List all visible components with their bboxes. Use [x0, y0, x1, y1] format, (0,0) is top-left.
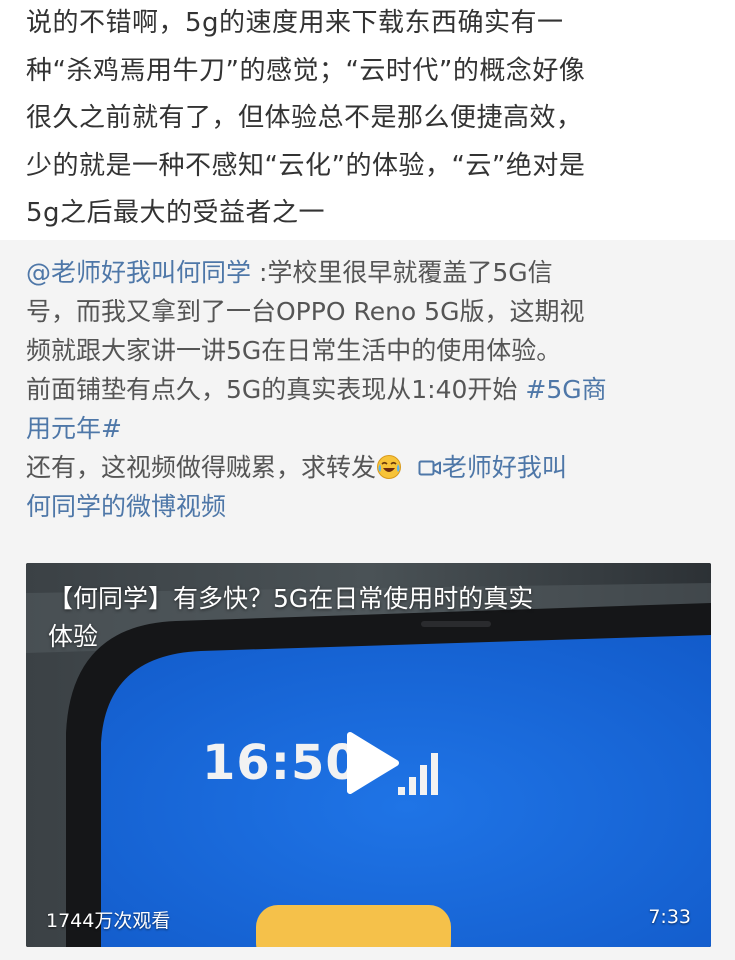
- comment-line: 种“杀鸡焉用牛刀”的感觉；“云时代”的概念好像: [26, 55, 586, 86]
- comment-line: 说的不错啊，5g的速度用来下载东西确实有一: [26, 8, 564, 38]
- view-count: 1744万次观看: [46, 910, 171, 932]
- video-card[interactable]: 【何同学】有多快？5G在日常使用时的真实 体验 16:50 1744万次观看 7…: [26, 563, 711, 947]
- video-title: 【何同学】有多快？5G在日常使用时的真实 体验: [48, 580, 688, 656]
- comment-block: 说的不错啊，5g的速度用来下载东西确实有一 种“杀鸡焉用牛刀”的感觉；“云时代”…: [0, 0, 735, 240]
- play-icon[interactable]: [344, 731, 400, 795]
- hashtag-text-part: 用元年#: [26, 414, 122, 443]
- comment-line: 5g之后最大的受益者之一: [26, 198, 326, 229]
- comment-line: 少的就是一种不感知“云化”的体验，“云”绝对是: [26, 150, 586, 181]
- video-title-line: 【何同学】有多快？5G在日常使用时的真实: [48, 584, 534, 613]
- repost-text-segment: 频就跟大家讲一讲5G在日常生活中的使用体验。: [26, 336, 562, 365]
- phone-status-clock: 16:50: [202, 735, 360, 791]
- video-link-text: 老师好我叫: [441, 453, 567, 482]
- repost-text: @老师好我叫何同学 :学校里很早就覆盖了5G信 号，而我又拿到了一台OPPO R…: [26, 253, 716, 526]
- video-camera-icon: [418, 460, 441, 476]
- hashtag-text-part: #5G商: [525, 375, 607, 404]
- comment-text: 说的不错啊，5g的速度用来下载东西确实有一 种“杀鸡焉用牛刀”的感觉；“云时代”…: [26, 0, 716, 238]
- video-title-line: 体验: [48, 622, 99, 651]
- laugh-cry-emoji-icon: [377, 455, 402, 479]
- repost-text-segment: :学校里很早就覆盖了5G信: [251, 258, 553, 287]
- video-duration: 7:33: [648, 906, 691, 928]
- repost-text-segment: 前面铺垫有点久，5G的真实表现从1:40开始: [26, 375, 526, 404]
- author-mention-link[interactable]: @老师好我叫何同学: [26, 258, 251, 287]
- video-link-text: 何同学的微博视频: [26, 492, 227, 521]
- repost-text-segment: 号，而我又拿到了一台OPPO Reno 5G版，这期视: [26, 297, 585, 326]
- reposted-post[interactable]: @老师好我叫何同学 :学校里很早就覆盖了5G信 号，而我又拿到了一台OPPO R…: [0, 240, 735, 960]
- repost-text-segment: 还有，这视频做得贼累，求转发: [26, 453, 377, 482]
- comment-line: 很久之前就有了，但体验总不是那么便捷高效，: [26, 103, 583, 134]
